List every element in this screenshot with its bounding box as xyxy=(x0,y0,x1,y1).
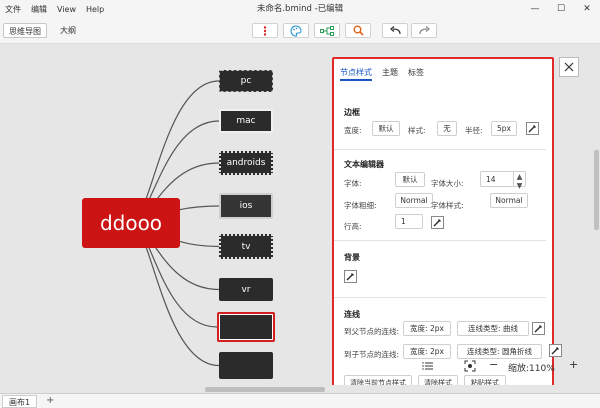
font-weight-button[interactable]: Normal xyxy=(395,193,433,208)
child-node-vr[interactable]: vr xyxy=(219,278,273,301)
parent-line-width-button[interactable]: 宽度: 2px xyxy=(403,321,451,336)
font-button[interactable]: 默认 xyxy=(395,172,425,187)
font-style-label: 字体样式: xyxy=(431,201,464,210)
canvas-vertical-scrollbar[interactable] xyxy=(594,150,599,230)
zoom-out-button[interactable]: − xyxy=(489,358,498,371)
eyedropper-icon xyxy=(433,219,441,227)
eyedropper-icon xyxy=(534,325,542,333)
status-bar: 画布1 + xyxy=(0,393,600,408)
close-window-button[interactable]: ✕ xyxy=(574,0,600,18)
list-view-button[interactable] xyxy=(422,361,436,373)
connection-section-title: 连线 xyxy=(344,310,360,319)
divider xyxy=(334,149,546,150)
parent-line-label: 到父节点的连线: xyxy=(344,327,400,336)
eyedropper-icon xyxy=(528,125,536,133)
maximize-button[interactable]: ☐ xyxy=(548,0,574,18)
structure-icon xyxy=(320,25,334,36)
divider xyxy=(334,240,546,241)
zoom-in-button[interactable]: + xyxy=(569,358,578,371)
text-editor-section-title: 文本编辑器 xyxy=(344,160,384,169)
zoom-level: 缩放:110% xyxy=(508,364,555,374)
text-color-picker[interactable] xyxy=(431,216,444,229)
divider xyxy=(334,297,546,298)
panel-tabs: 节点样式 主题 标签 xyxy=(340,67,434,81)
root-node[interactable]: ddooo xyxy=(82,198,180,248)
spinner-arrows[interactable]: ▲ ▼ xyxy=(513,172,525,190)
child-line-color-picker[interactable] xyxy=(549,344,562,357)
palette-icon xyxy=(290,24,302,37)
border-width-button[interactable]: 默认 xyxy=(372,121,400,136)
child-line-label: 到子节点的连线: xyxy=(344,350,400,359)
border-style-label: 样式: xyxy=(408,126,426,135)
parent-line-color-picker[interactable] xyxy=(532,322,545,335)
window-controls: — ☐ ✕ xyxy=(522,0,600,18)
font-weight-label: 字体粗细: xyxy=(344,201,377,210)
font-label: 字体: xyxy=(344,179,362,188)
line-height-input[interactable]: 1 xyxy=(395,214,423,229)
redo-icon xyxy=(418,26,430,35)
undo-button[interactable] xyxy=(382,23,408,38)
chevron-down-icon[interactable]: ▼ xyxy=(517,181,523,190)
menu-help[interactable]: Help xyxy=(81,5,109,14)
sheet-tab[interactable]: 画布1 xyxy=(2,395,38,408)
eyedropper-icon xyxy=(551,347,559,355)
tab-theme[interactable]: 主题 xyxy=(382,67,398,81)
structure-button[interactable] xyxy=(314,23,340,38)
background-color-picker[interactable] xyxy=(344,270,357,283)
more-vertical-icon xyxy=(263,25,267,36)
menu-file[interactable]: 文件 xyxy=(0,4,26,15)
search-button[interactable] xyxy=(345,23,371,38)
menu-bar: 文件 编辑 View Help xyxy=(0,0,600,18)
font-style-button[interactable]: Normal xyxy=(490,193,528,208)
background-section-title: 背景 xyxy=(344,253,360,262)
close-panel-button[interactable] xyxy=(559,57,579,77)
font-size-label: 字体大小: xyxy=(431,179,464,188)
border-style-button[interactable]: 无 xyxy=(437,121,457,136)
parent-line-type-button[interactable]: 连线类型: 曲线 xyxy=(457,321,529,336)
tab-tags[interactable]: 标签 xyxy=(408,67,424,81)
menu-view[interactable]: View xyxy=(52,5,81,14)
border-section-title: 边框 xyxy=(344,108,360,117)
eyedropper-icon xyxy=(346,273,354,281)
border-width-label: 宽度: xyxy=(344,126,362,135)
font-size-spinner[interactable]: 14 ▲ ▼ xyxy=(480,171,526,190)
search-icon xyxy=(353,25,364,36)
menu-edit[interactable]: 编辑 xyxy=(26,4,52,15)
minimize-button[interactable]: — xyxy=(522,0,548,18)
theme-button[interactable] xyxy=(283,23,309,38)
border-color-picker[interactable] xyxy=(526,122,539,135)
horizontal-scrollbar-thumb[interactable] xyxy=(205,387,325,392)
style-panel: 节点样式 主题 标签 边框 宽度: 默认 样式: 无 半径: 5px 文本编辑器… xyxy=(332,57,554,387)
border-radius-label: 半径: xyxy=(465,126,483,135)
redo-button[interactable] xyxy=(411,23,437,38)
font-size-value: 14 xyxy=(486,175,496,184)
child-node-tv[interactable]: tv xyxy=(219,234,273,259)
list-icon xyxy=(422,362,433,370)
line-height-label: 行高: xyxy=(344,222,362,231)
border-radius-button[interactable]: 5px xyxy=(491,121,517,136)
child-node-pc[interactable]: pc xyxy=(219,70,273,92)
child-node-selected[interactable] xyxy=(217,312,275,342)
add-sheet-button[interactable]: + xyxy=(46,394,54,408)
toolbar: 思维导图 大纲 xyxy=(0,18,600,44)
undo-icon xyxy=(389,26,401,35)
fit-view-button[interactable] xyxy=(464,360,478,374)
tab-mindmap[interactable]: 思维导图 xyxy=(3,23,47,38)
tab-node-style[interactable]: 节点样式 xyxy=(340,67,372,81)
tab-outline[interactable]: 大纲 xyxy=(55,23,81,38)
child-line-type-button[interactable]: 连线类型: 圆角折线 xyxy=(457,344,542,359)
fit-screen-icon xyxy=(464,360,476,372)
child-node-androids[interactable]: androids xyxy=(219,151,273,175)
child-node-ios[interactable]: ios xyxy=(219,193,273,219)
child-line-width-button[interactable]: 宽度: 2px xyxy=(403,344,451,359)
child-node-mac[interactable]: mac xyxy=(219,109,273,133)
child-node-empty[interactable] xyxy=(219,352,273,379)
close-icon xyxy=(564,62,574,72)
chevron-up-icon[interactable]: ▲ xyxy=(517,172,523,181)
more-button[interactable] xyxy=(252,23,278,38)
